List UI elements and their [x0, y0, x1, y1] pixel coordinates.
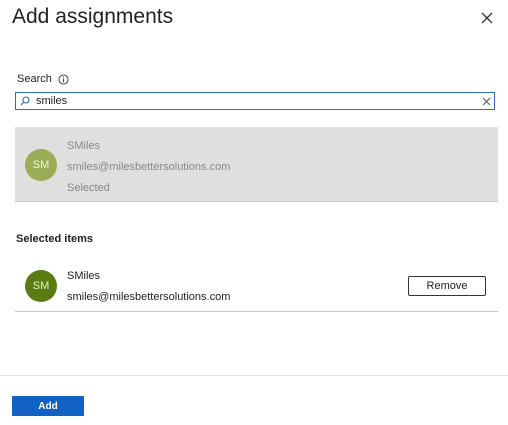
selected-item-text: SMiles smiles@milesbettersolutions.com	[67, 266, 230, 308]
result-email: smiles@milesbettersolutions.com	[67, 161, 231, 173]
avatar: SM	[25, 270, 57, 302]
search-input[interactable]	[36, 93, 476, 109]
panel-title: Add assignments	[12, 5, 174, 28]
search-label: Search	[17, 73, 52, 85]
add-button[interactable]: Add	[12, 396, 84, 416]
remove-button[interactable]: Remove	[408, 276, 486, 296]
search-field[interactable]	[15, 92, 495, 110]
avatar: SM	[25, 149, 57, 181]
selected-item-name: SMiles	[67, 270, 101, 282]
result-status: Selected	[67, 182, 110, 194]
result-name: SMiles	[67, 140, 101, 152]
close-icon[interactable]	[478, 9, 496, 27]
info-icon[interactable]	[58, 73, 69, 85]
result-text: SMiles smiles@milesbettersolutions.com S…	[67, 136, 230, 199]
selected-item: SM SMiles smiles@milesbettersolutions.co…	[15, 262, 498, 312]
footer-divider	[0, 375, 508, 376]
search-icon	[20, 96, 30, 106]
selected-items-heading: Selected items	[16, 233, 94, 245]
search-label-row: Search	[17, 73, 69, 85]
search-result-item[interactable]: SM SMiles smiles@milesbettersolutions.co…	[15, 127, 498, 202]
selected-item-email: smiles@milesbettersolutions.com	[67, 291, 231, 303]
clear-icon[interactable]	[482, 97, 491, 106]
